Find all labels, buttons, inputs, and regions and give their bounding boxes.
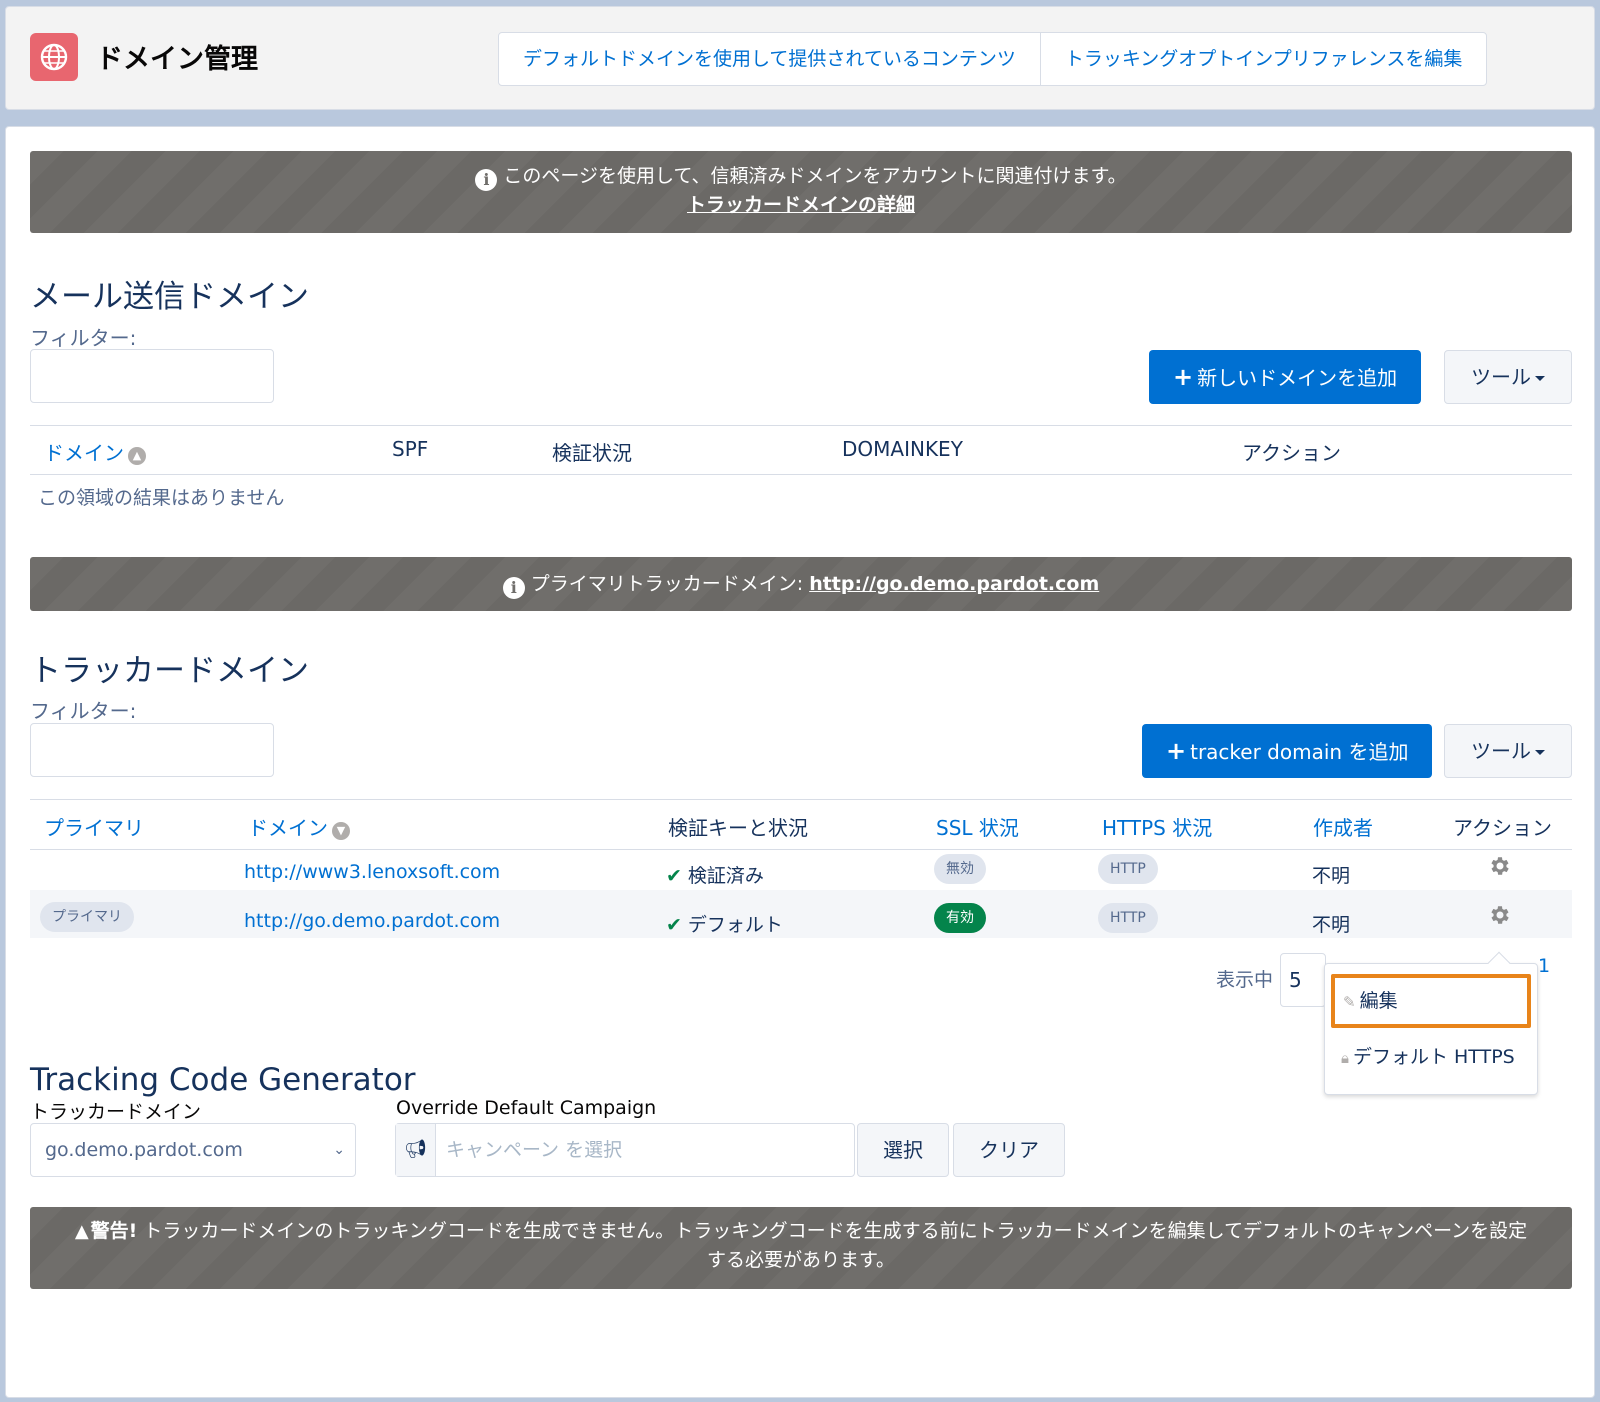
pager-label: 表示中 bbox=[1216, 969, 1274, 991]
col-action: アクション bbox=[1242, 441, 1341, 465]
megaphone-icon: 📢︎ bbox=[396, 1124, 436, 1176]
sort-up-icon: ▲ bbox=[128, 447, 146, 465]
gear-icon[interactable] bbox=[1487, 903, 1511, 927]
menu-nub bbox=[1487, 951, 1511, 975]
empty-results-text: この領域の結果はありません bbox=[38, 487, 285, 509]
tracker-tools-label: ツール bbox=[1471, 739, 1531, 763]
col-domainkey: DOMAINKEY bbox=[842, 437, 963, 461]
select-campaign-button[interactable]: 選択 bbox=[857, 1123, 949, 1177]
verification-status: ✔ 検証済み bbox=[666, 861, 764, 888]
page-size-select[interactable]: 5 bbox=[1280, 953, 1326, 1007]
divider bbox=[30, 425, 1572, 426]
tracker-domains-title: トラッカードメイン bbox=[30, 653, 309, 689]
primary-badge: プライマリ bbox=[40, 902, 134, 932]
action-menu: ✎ 編集 🔒︎ デフォルト HTTPS bbox=[1324, 951, 1538, 1095]
plus-icon: + bbox=[1173, 363, 1194, 391]
primary-tracker-link[interactable]: http://go.demo.pardot.com bbox=[809, 573, 1099, 595]
tracker-domain-link[interactable]: http://www3.lenoxsoft.com bbox=[244, 861, 500, 883]
chevron-down-icon: ⌄ bbox=[333, 1142, 345, 1158]
menu-item-default-https[interactable]: 🔒︎ デフォルト HTTPS bbox=[1341, 1042, 1515, 1069]
warning-banner: ▲ 警告! トラッカードメインのトラッキングコードを生成できません。トラッキングコ… bbox=[30, 1207, 1572, 1289]
lock-icon: 🔒︎ bbox=[1341, 1049, 1349, 1067]
tracker-domain-link[interactable]: http://go.demo.pardot.com bbox=[244, 910, 500, 932]
tracker-filter-input[interactable] bbox=[30, 723, 274, 777]
page-number-link[interactable]: 1 bbox=[1538, 955, 1550, 977]
divider bbox=[30, 799, 1572, 800]
verification-status: ✔ デフォルト bbox=[666, 910, 783, 937]
col-domain-label: ドメイン bbox=[44, 441, 124, 465]
clear-campaign-button[interactable]: クリア bbox=[953, 1123, 1065, 1177]
email-filter-input[interactable] bbox=[30, 349, 274, 403]
add-email-domain-label: 新しいドメインを追加 bbox=[1197, 366, 1398, 390]
creator-cell: 不明 bbox=[1312, 865, 1351, 887]
col-tracker-domain[interactable]: ドメイン ▼ bbox=[248, 812, 350, 841]
info-icon: i bbox=[502, 577, 525, 599]
campaign-label: Override Default Campaign bbox=[396, 1097, 657, 1119]
tcg-title: Tracking Code Generator bbox=[30, 1062, 416, 1098]
sort-down-icon: ▼ bbox=[332, 822, 350, 840]
tracker-domain-select[interactable]: go.demo.pardot.com ⌄ bbox=[30, 1123, 356, 1177]
header-button-group: デフォルトドメインを使用して提供されているコンテンツ トラッキングオプトインプリ… bbox=[498, 32, 1488, 86]
col-tracker-action: アクション bbox=[1453, 816, 1552, 840]
primary-tracker-banner: i プライマリトラッカードメイン: http://go.demo.pardot.c… bbox=[30, 557, 1572, 611]
col-primary[interactable]: プライマリ bbox=[44, 812, 144, 841]
info-banner: i このページを使用して、信頼済みドメインをアカウントに関連付けます。 トラッカー… bbox=[30, 151, 1572, 233]
tcg-domain-label: トラッカードメイン bbox=[30, 1101, 202, 1123]
divider bbox=[30, 849, 1572, 850]
ssl-status-badge: 無効 bbox=[934, 854, 986, 884]
ssl-status-badge: 有効 bbox=[934, 903, 986, 933]
globe-icon bbox=[30, 33, 78, 81]
email-tools-label: ツール bbox=[1471, 365, 1531, 389]
divider bbox=[30, 474, 1572, 475]
add-email-domain-button[interactable]: + 新しいドメインを追加 bbox=[1149, 350, 1422, 404]
col-verification-key: 検証キーと状況 bbox=[668, 816, 808, 840]
add-tracker-domain-label: tracker domain を追加 bbox=[1190, 740, 1409, 764]
campaign-placeholder: キャンペーン を選択 bbox=[446, 1139, 623, 1161]
add-tracker-domain-button[interactable]: + tracker domain を追加 bbox=[1142, 724, 1433, 778]
caret-down-icon bbox=[1535, 376, 1545, 381]
col-ssl-status[interactable]: SSL 状況 bbox=[936, 812, 1019, 841]
creator-cell: 不明 bbox=[1312, 914, 1351, 936]
email-tools-button[interactable]: ツール bbox=[1444, 350, 1572, 404]
verification-label: デフォルト bbox=[687, 914, 783, 936]
warning-strong: 警告! bbox=[90, 1220, 138, 1242]
caret-down-icon bbox=[1535, 750, 1545, 755]
warning-icon: ▲ bbox=[74, 1221, 89, 1242]
tracker-domain-details-link[interactable]: トラッカードメインの詳細 bbox=[687, 194, 915, 216]
plus-icon: + bbox=[1166, 737, 1187, 765]
tracker-domain-select-value: go.demo.pardot.com bbox=[45, 1139, 243, 1161]
main-card: i このページを使用して、信頼済みドメインをアカウントに関連付けます。 トラッカー… bbox=[5, 126, 1595, 1398]
tracker-tools-button[interactable]: ツール bbox=[1444, 724, 1572, 778]
menu-item-edit[interactable]: ✎ 編集 bbox=[1331, 974, 1531, 1028]
default-domain-content-button[interactable]: デフォルトドメインを使用して提供されているコンテンツ bbox=[499, 33, 1040, 85]
col-spf: SPF bbox=[392, 437, 429, 461]
edit-icon: ✎ bbox=[1343, 993, 1356, 1011]
https-status-badge: HTTP bbox=[1098, 903, 1158, 933]
col-tracker-domain-label: ドメイン bbox=[248, 816, 328, 840]
check-icon: ✔ bbox=[666, 865, 682, 887]
https-status-badge: HTTP bbox=[1098, 854, 1158, 884]
info-banner-text: このページを使用して、信頼済みドメインをアカウントに関連付けます。 bbox=[503, 165, 1127, 187]
col-https-status[interactable]: HTTPS 状況 bbox=[1102, 812, 1212, 841]
tracker-filter-label: フィルター: bbox=[30, 699, 137, 723]
campaign-lookup[interactable]: 📢︎ キャンペーン を選択 bbox=[395, 1123, 855, 1177]
gear-icon[interactable] bbox=[1487, 854, 1511, 878]
primary-tracker-label: プライマリトラッカードメイン: bbox=[530, 573, 804, 595]
page-header: ドメイン管理 デフォルトドメインを使用して提供されているコンテンツ トラッキング… bbox=[5, 6, 1595, 110]
info-icon: i bbox=[475, 169, 498, 191]
col-domain[interactable]: ドメイン ▲ bbox=[44, 437, 146, 466]
col-creator[interactable]: 作成者 bbox=[1313, 812, 1373, 841]
page-title: ドメイン管理 bbox=[96, 44, 258, 75]
email-filter-label: フィルター: bbox=[30, 326, 137, 350]
email-domains-title: メール送信ドメイン bbox=[30, 279, 309, 315]
warning-text: トラッカードメインのトラッキングコードを生成できません。トラッキングコードを生成… bbox=[143, 1220, 1528, 1271]
menu-item-https-label: デフォルト HTTPS bbox=[1352, 1046, 1515, 1068]
menu-item-edit-label: 編集 bbox=[1359, 990, 1398, 1012]
check-icon: ✔ bbox=[666, 914, 682, 936]
edit-tracking-optin-button[interactable]: トラッキングオプトインプリファレンスを編集 bbox=[1039, 33, 1486, 85]
verification-label: 検証済み bbox=[687, 865, 764, 887]
col-verification: 検証状況 bbox=[552, 441, 632, 465]
